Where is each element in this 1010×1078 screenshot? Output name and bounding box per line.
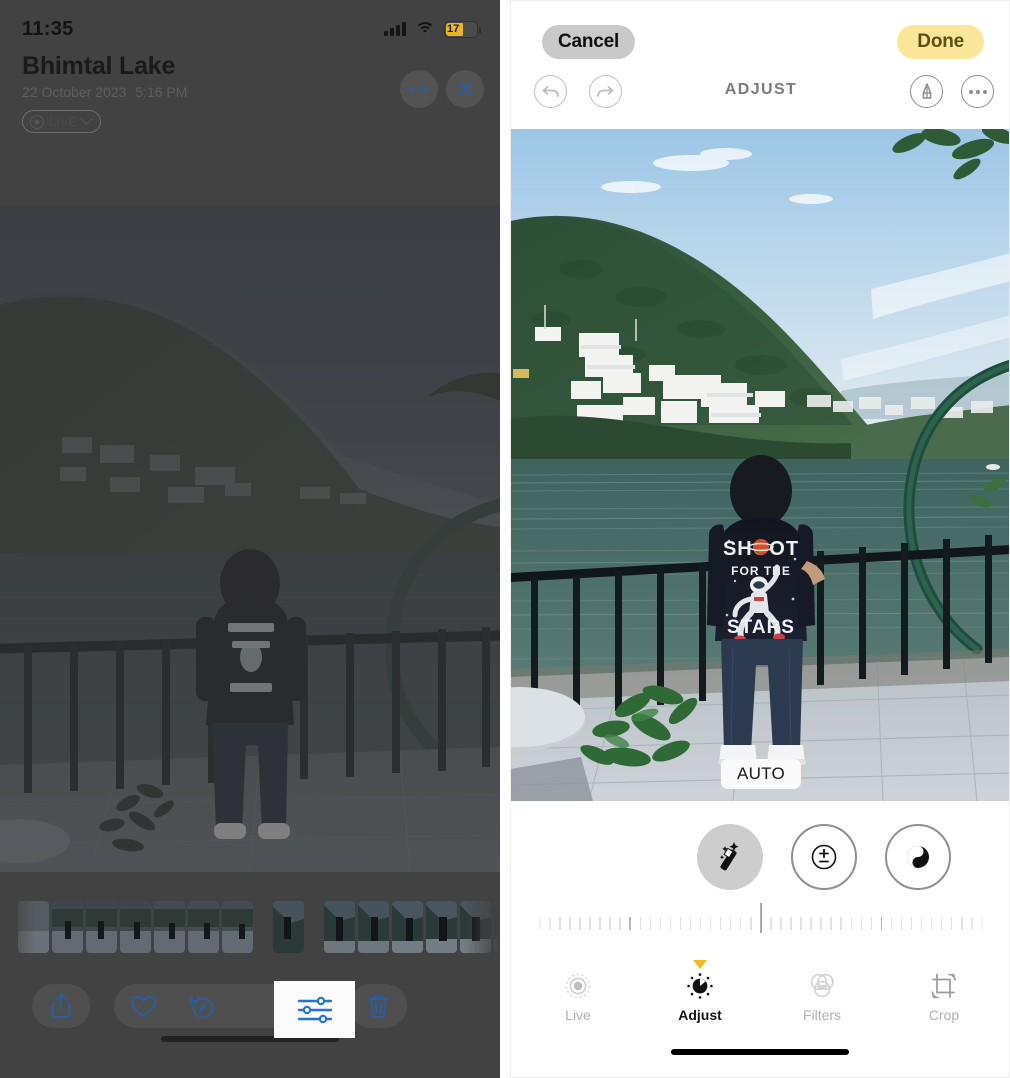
tab-filters[interactable]: Filters	[785, 971, 859, 1023]
editor-tabbar: Live Adjust Filters Crop	[511, 959, 1009, 1031]
list-item[interactable]	[273, 901, 304, 953]
chevron-down-icon	[80, 112, 94, 126]
delete-button[interactable]	[349, 984, 407, 1028]
tab-crop[interactable]: Crop	[907, 971, 981, 1023]
photo-canvas-right[interactable]: SHOOT FOR THE	[511, 129, 1009, 801]
list-item[interactable]	[426, 901, 457, 953]
status-indicators: 17	[384, 20, 481, 38]
list-item[interactable]	[358, 901, 389, 953]
home-indicator	[671, 1049, 849, 1055]
adjust-button[interactable]	[274, 981, 355, 1038]
close-x-icon	[456, 80, 475, 99]
photo-image-left	[0, 205, 500, 872]
photo-date: 22 October 2023	[22, 84, 127, 100]
close-button[interactable]	[446, 70, 484, 108]
screenshot-stage: 11:35 17 Bhimtal Lake 22 October 2023 5:1…	[0, 0, 1010, 1078]
svg-text:STARS: STARS	[727, 617, 795, 638]
slider-thumb[interactable]	[760, 903, 762, 933]
list-item[interactable]	[154, 901, 185, 953]
tab-label: Crop	[928, 1007, 960, 1023]
markup-pen-icon	[922, 82, 931, 99]
sparkle-leaf-icon	[187, 994, 214, 1018]
cellular-signal-icon	[384, 22, 406, 36]
share-button[interactable]	[32, 984, 90, 1028]
plus-minus-circle-icon	[811, 844, 836, 870]
done-button[interactable]: Done	[897, 25, 984, 59]
header-actions	[400, 70, 484, 108]
list-item[interactable]	[324, 901, 355, 953]
list-item[interactable]	[86, 901, 117, 953]
status-bar: 11:35 17	[0, 14, 500, 44]
selected-tab-marker	[693, 960, 707, 969]
ellipsis-circle-icon	[968, 89, 987, 94]
trash-icon	[367, 995, 389, 1018]
filters-circles-icon	[807, 971, 837, 1001]
contrast-circle-icon	[906, 846, 929, 868]
list-item[interactable]	[188, 901, 219, 953]
markup-button[interactable]	[910, 75, 943, 108]
editor-header: Cancel Done ADJUST	[511, 1, 1009, 129]
tab-label: Live	[565, 1007, 591, 1023]
crop-rotate-icon	[929, 971, 959, 1001]
photo-toolbar	[0, 975, 500, 1037]
filmstrip[interactable]	[0, 896, 500, 958]
list-item-gap	[307, 901, 321, 953]
tab-label: Adjust	[678, 1007, 722, 1023]
brilliance-tool[interactable]	[884, 824, 951, 890]
list-item[interactable]	[392, 901, 423, 953]
auto-badge: AUTO	[720, 759, 802, 789]
list-item[interactable]	[222, 901, 253, 953]
live-effects-button[interactable]	[172, 984, 230, 1028]
list-item[interactable]	[18, 901, 49, 953]
undo-arrow-icon	[542, 85, 559, 97]
auto-enhance-tool[interactable]	[696, 824, 763, 890]
photo-editor-panel: Cancel Done ADJUST FOR THE STARS AUTO Li…	[510, 0, 1010, 1078]
list-item-gap	[256, 901, 270, 953]
undo-button[interactable]	[534, 75, 567, 108]
adjust-tools-row	[511, 819, 1009, 895]
wifi-icon	[415, 21, 435, 37]
status-time: 11:35	[22, 17, 74, 40]
photo-time: 5:16 PM	[135, 84, 188, 100]
exposure-tool[interactable]	[790, 824, 857, 890]
cancel-button[interactable]: Cancel	[542, 25, 636, 59]
svg-text:FOR THE: FOR THE	[731, 564, 791, 578]
intensity-slider[interactable]	[511, 899, 1009, 941]
live-badge[interactable]: LIVE	[22, 110, 102, 133]
live-badge-label: LIVE	[49, 114, 78, 129]
battery-indicator: 17	[444, 20, 481, 38]
editor-more-button[interactable]	[961, 75, 994, 108]
heart-icon	[130, 995, 156, 1017]
sliders-icon	[297, 996, 332, 1023]
live-photo-icon	[563, 971, 593, 1001]
photo-viewer-panel: 11:35 17 Bhimtal Lake 22 October 2023 5:1…	[0, 0, 500, 1078]
adjust-dial-icon	[685, 971, 715, 1001]
more-options-button[interactable]	[400, 70, 438, 108]
list-item[interactable]	[52, 901, 83, 953]
magic-wand-icon	[719, 842, 739, 871]
photo-image-right: SHOOT FOR THE	[511, 129, 1009, 801]
live-photo-icon	[30, 114, 44, 129]
tab-live[interactable]: Live	[541, 971, 615, 1023]
list-item[interactable]	[120, 901, 151, 953]
ellipsis-icon	[410, 87, 428, 91]
redo-button[interactable]	[589, 75, 622, 108]
redo-arrow-icon	[597, 85, 614, 97]
share-up-arrow-icon	[51, 993, 71, 1018]
photo-canvas-left[interactable]	[0, 205, 500, 872]
favorite-button[interactable]	[114, 984, 172, 1028]
battery-percent: 17	[447, 23, 460, 35]
list-item[interactable]	[494, 901, 500, 953]
tab-adjust[interactable]: Adjust	[663, 960, 737, 1023]
list-item[interactable]	[460, 901, 491, 953]
tab-label: Filters	[802, 1007, 842, 1023]
